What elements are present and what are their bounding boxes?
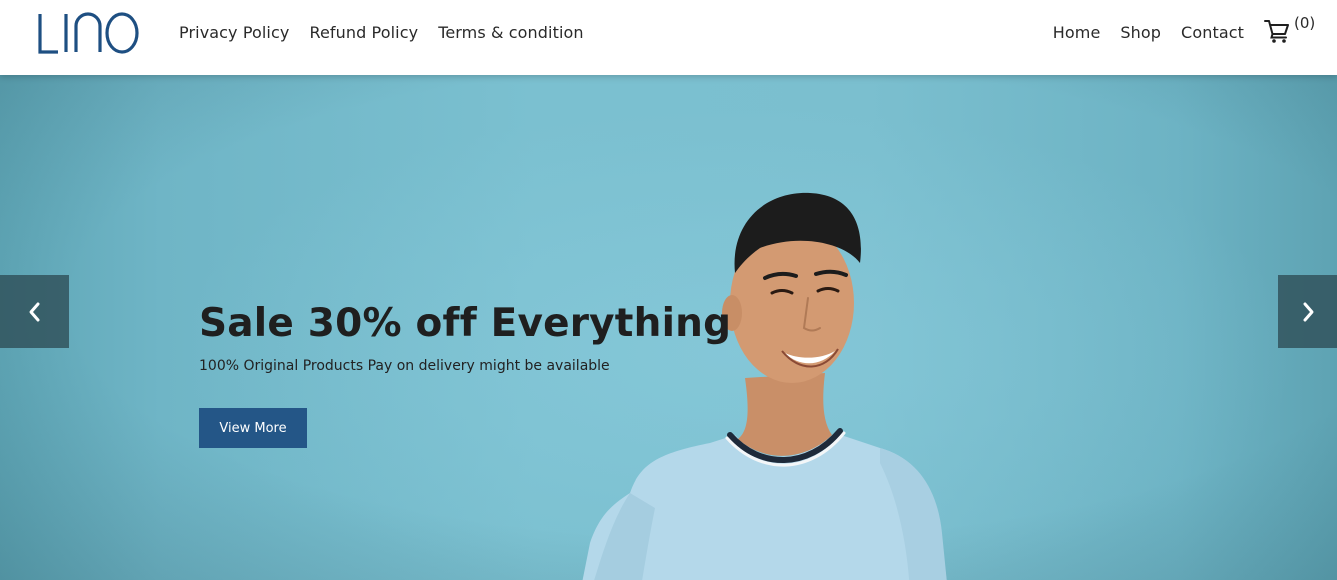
- nav-refund-policy[interactable]: Refund Policy: [309, 23, 418, 42]
- nav-contact[interactable]: Contact: [1181, 23, 1244, 42]
- nav-terms-condition[interactable]: Terms & condition: [438, 23, 583, 42]
- carousel-prev-button[interactable]: [0, 275, 69, 348]
- nav-shop[interactable]: Shop: [1120, 23, 1161, 42]
- cart-count: (0): [1294, 14, 1316, 32]
- nav-home[interactable]: Home: [1053, 23, 1101, 42]
- hero-subtitle: 100% Original Products Pay on delivery m…: [199, 358, 610, 374]
- primary-nav: Home Shop Contact: [1053, 0, 1244, 65]
- cart-icon: [1263, 16, 1291, 44]
- hero-banner: Sale 30% off Everything 100% Original Pr…: [0, 75, 1337, 580]
- hero-model-image: [560, 163, 980, 580]
- view-more-button[interactable]: View More: [199, 408, 307, 448]
- cart-button[interactable]: (0): [1263, 14, 1316, 44]
- hero-title: Sale 30% off Everything: [199, 301, 732, 346]
- chevron-left-icon: [27, 301, 43, 323]
- site-header: Privacy Policy Refund Policy Terms & con…: [0, 0, 1337, 75]
- brand-logo[interactable]: [36, 12, 140, 56]
- chevron-right-icon: [1300, 301, 1316, 323]
- carousel-next-button[interactable]: [1278, 275, 1337, 348]
- secondary-nav: Privacy Policy Refund Policy Terms & con…: [179, 0, 584, 65]
- logo-wordmark: [38, 12, 139, 54]
- nav-privacy-policy[interactable]: Privacy Policy: [179, 23, 289, 42]
